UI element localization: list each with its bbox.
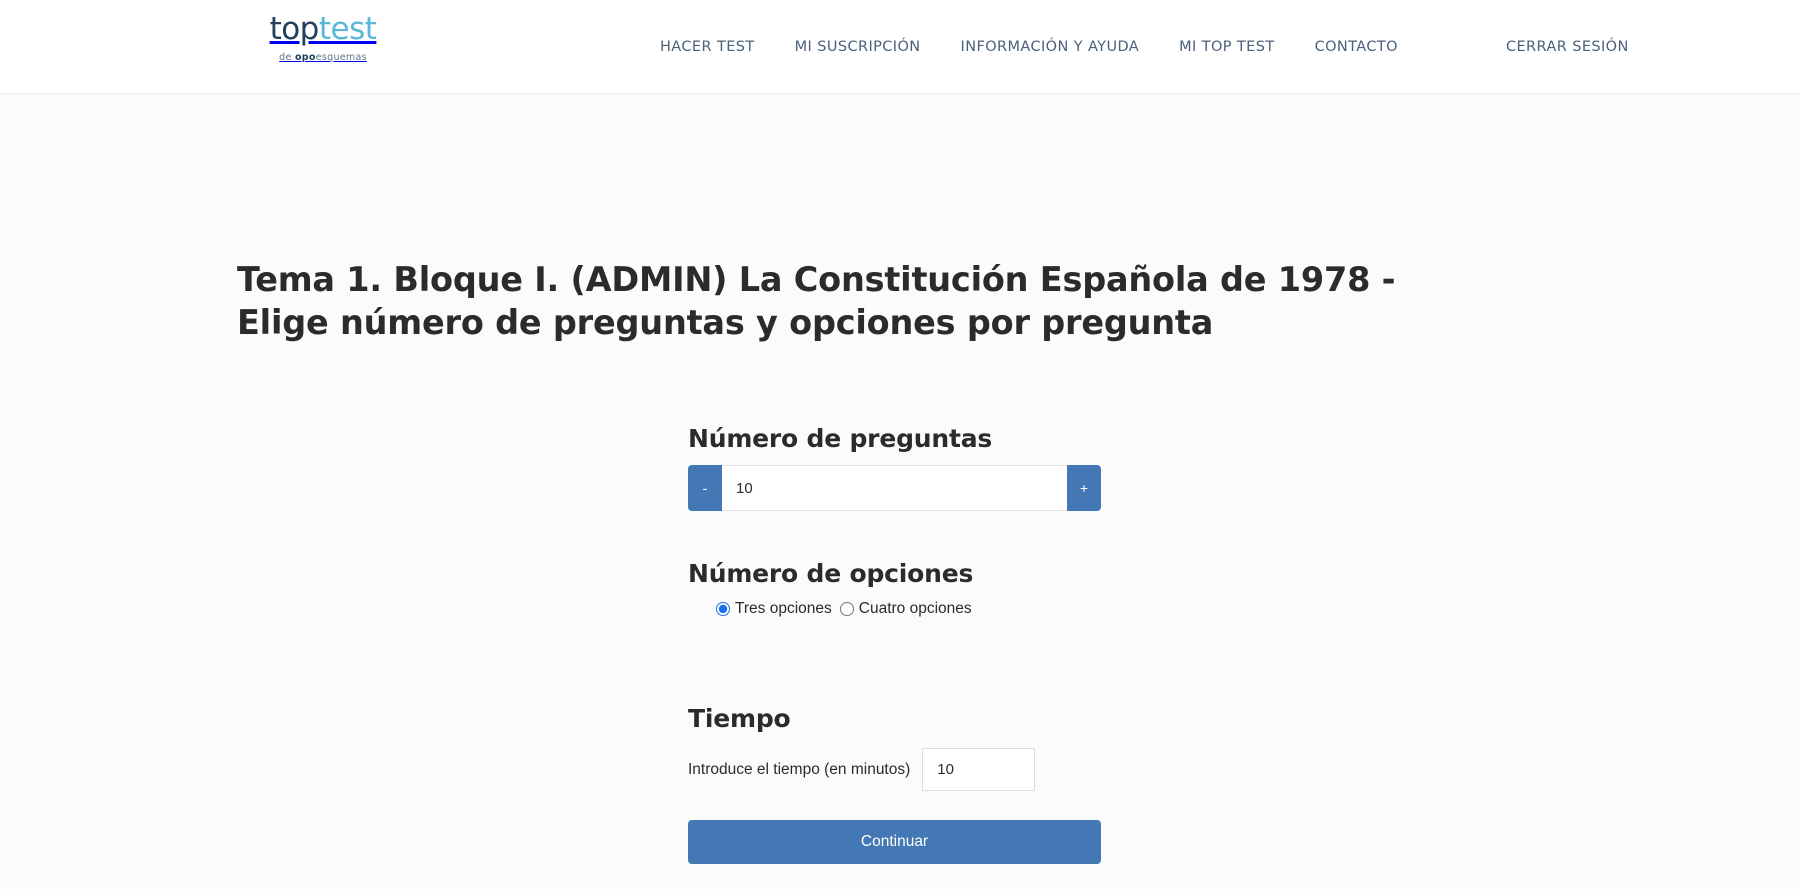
continue-button[interactable]: Continuar [688, 820, 1101, 864]
brand-wordmark: toptest [258, 14, 388, 45]
main-navigation: HACER TEST MI SUSCRIPCIÓN INFORMACIÓN Y … [660, 0, 1629, 94]
time-input-row: Introduce el tiempo (en minutos) [688, 748, 1108, 791]
radio-input-cuatro-opciones[interactable] [839, 602, 854, 616]
site-header: toptest de opoesquemas HACER TEST MI SUS… [0, 0, 1800, 94]
brand-tagline-suffix: esquemas [315, 52, 367, 63]
radio-option-cuatro-opciones[interactable]: Cuatro opciones [839, 600, 972, 618]
increment-questions-button[interactable]: + [1067, 465, 1101, 511]
time-section: Tiempo Introduce el tiempo (en minutos) [688, 704, 1108, 791]
time-field-label: Introduce el tiempo (en minutos) [688, 760, 911, 778]
nav-contacto[interactable]: CONTACTO [1315, 39, 1398, 55]
nav-hacer-test[interactable]: HACER TEST [660, 39, 755, 55]
radio-option-tres-opciones[interactable]: Tres opciones [716, 600, 832, 618]
nav-cerrar-sesion[interactable]: CERRAR SESIÓN [1506, 39, 1629, 55]
questions-count-label: Número de preguntas [688, 424, 993, 453]
test-configuration-form: Número de preguntas - + Número de opcion… [688, 424, 1108, 864]
questions-count-input[interactable] [722, 465, 1067, 511]
brand-word-test: test [318, 11, 377, 47]
brand-word-top: top [269, 11, 320, 47]
site-logo[interactable]: toptest de opoesquemas [258, 14, 388, 64]
brand-tagline-prefix: de [279, 52, 295, 63]
nav-informacion-y-ayuda[interactable]: INFORMACIÓN Y AYUDA [961, 39, 1140, 55]
page-body: Tema 1. Bloque I. (ADMIN) La Constitució… [0, 94, 1800, 889]
radio-input-tres-opciones[interactable] [716, 602, 730, 616]
radio-label-tres-opciones: Tres opciones [735, 600, 832, 617]
nav-mi-suscripcion[interactable]: MI SUSCRIPCIÓN [795, 39, 921, 55]
radio-label-cuatro-opciones: Cuatro opciones [858, 600, 972, 617]
questions-count-stepper: - + [688, 465, 1101, 511]
page-title: Tema 1. Bloque I. (ADMIN) La Constitució… [237, 260, 1396, 342]
options-count-radio-group: Tres opciones Cuatro opciones [688, 600, 1108, 618]
time-section-label: Tiempo [688, 704, 791, 733]
brand-tagline-bold: opo [294, 52, 316, 63]
decrement-questions-button[interactable]: - [688, 465, 722, 511]
brand-tagline: de opoesquemas [258, 52, 388, 63]
time-minutes-input[interactable] [922, 748, 1036, 791]
nav-mi-top-test[interactable]: MI TOP TEST [1179, 39, 1275, 55]
options-count-label: Número de opciones [688, 559, 974, 588]
